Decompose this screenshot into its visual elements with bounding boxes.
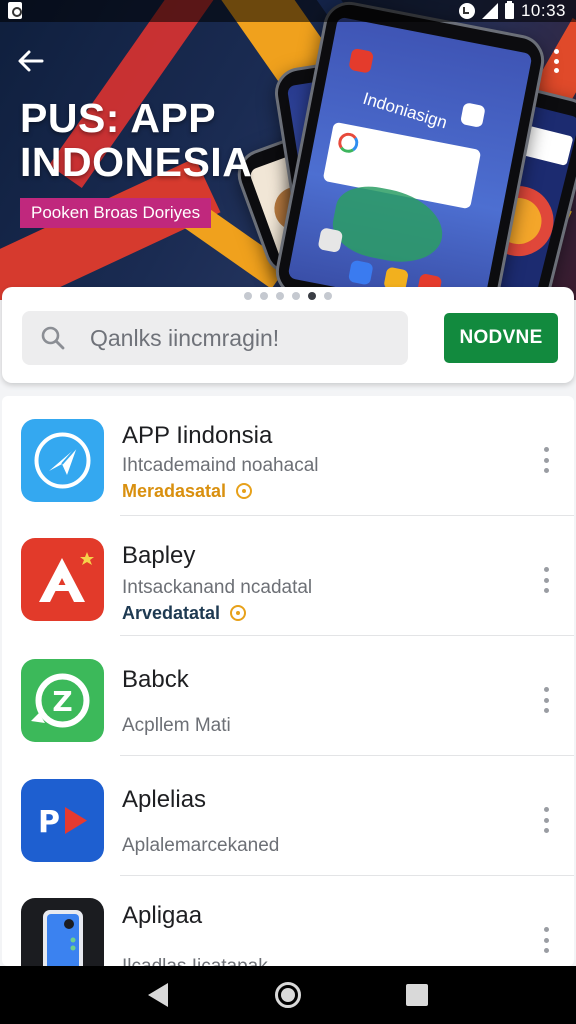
carousel-pager bbox=[0, 292, 576, 300]
system-nav-bar bbox=[0, 966, 576, 1024]
svg-text:P: P bbox=[38, 805, 60, 840]
battery-icon bbox=[504, 1, 514, 19]
list-item[interactable]: APP Iindonsia Ihtcademaind noahacal Mera… bbox=[2, 396, 574, 516]
letter-a-icon bbox=[21, 538, 104, 621]
phone-device-icon bbox=[21, 898, 104, 966]
search-submit-button[interactable]: NODVNE bbox=[444, 313, 558, 363]
status-bar: 10:33 bbox=[0, 0, 576, 22]
app-subtitle: Aplalemarcekaned bbox=[122, 835, 280, 856]
pager-dot[interactable] bbox=[276, 292, 284, 300]
app-name: Aplelias bbox=[122, 786, 207, 813]
app-meta-text: Arvedatatal bbox=[122, 603, 221, 623]
overflow-menu-icon[interactable] bbox=[546, 46, 566, 76]
item-menu-icon[interactable] bbox=[542, 927, 550, 953]
hero-banner[interactable]: Indoniasign PUS: APP INDONESIA Pooken Br… bbox=[0, 0, 576, 300]
search-icon bbox=[40, 325, 66, 351]
pager-dot[interactable] bbox=[308, 292, 316, 300]
play-p-icon: P bbox=[21, 779, 104, 862]
app-name: Babck bbox=[122, 666, 189, 693]
pager-dot[interactable] bbox=[292, 292, 300, 300]
list-item[interactable]: P Aplelias Aplalemarcekaned bbox=[2, 756, 574, 876]
refresh-z-icon: Z bbox=[21, 659, 104, 742]
item-menu-icon[interactable] bbox=[542, 807, 550, 833]
signal-icon bbox=[481, 3, 498, 19]
pager-dot[interactable] bbox=[260, 292, 268, 300]
app-meta: Meradasatal bbox=[122, 481, 253, 502]
app-subtitle: Ilcadlas Iicatapak bbox=[122, 956, 268, 966]
list-item[interactable]: Z Babck Acpllem Mati bbox=[2, 636, 574, 756]
app-name: Bapley bbox=[122, 542, 196, 569]
phone-screen-label: Indoniasign bbox=[360, 88, 450, 133]
search-card: Qanlks iincmragin! NODVNE bbox=[2, 287, 574, 383]
clock-icon bbox=[236, 483, 253, 499]
item-menu-icon[interactable] bbox=[542, 687, 550, 713]
hero-title: PUS: APP INDONESIA bbox=[20, 95, 253, 185]
nav-home-icon[interactable] bbox=[275, 982, 301, 1008]
app-root: Indoniasign PUS: APP INDONESIA Pooken Br… bbox=[0, 0, 576, 1024]
pager-dot[interactable] bbox=[244, 292, 252, 300]
search-placeholder: Qanlks iincmragin! bbox=[90, 325, 280, 351]
app-subtitle: Acpllem Mati bbox=[122, 715, 231, 736]
app-list: APP Iindonsia Ihtcademaind noahacal Mera… bbox=[2, 396, 574, 966]
app-subtitle: Ihtcademaind noahacal bbox=[122, 455, 319, 476]
notification-icon bbox=[8, 2, 22, 19]
app-name: Apligaa bbox=[122, 902, 203, 929]
list-item[interactable]: Apligaa Ilcadlas Iicatapak bbox=[2, 876, 574, 966]
alarm-icon bbox=[458, 3, 475, 19]
nav-recents-icon[interactable] bbox=[406, 984, 428, 1006]
back-arrow-icon[interactable] bbox=[14, 44, 48, 78]
nav-back-icon[interactable] bbox=[148, 983, 168, 1007]
app-name: APP Iindonsia bbox=[122, 422, 273, 449]
app-meta: Arvedatatal bbox=[122, 603, 247, 624]
app-meta-text: Meradasatal bbox=[122, 481, 227, 501]
clock-icon bbox=[230, 605, 247, 621]
app-subtitle: Intsackanand ncadatal bbox=[122, 577, 313, 598]
status-time: 10:33 bbox=[520, 1, 566, 20]
paper-plane-icon bbox=[21, 419, 104, 502]
search-input[interactable]: Qanlks iincmragin! bbox=[22, 311, 408, 365]
hero-tagline: Pooken Broas Doriyes bbox=[20, 198, 212, 228]
pager-dot[interactable] bbox=[324, 292, 332, 300]
svg-text:Z: Z bbox=[52, 685, 72, 718]
item-menu-icon[interactable] bbox=[542, 567, 550, 593]
item-menu-icon[interactable] bbox=[542, 447, 550, 473]
list-item[interactable]: Bapley Intsackanand ncadatal Arvedatatal bbox=[2, 516, 574, 636]
